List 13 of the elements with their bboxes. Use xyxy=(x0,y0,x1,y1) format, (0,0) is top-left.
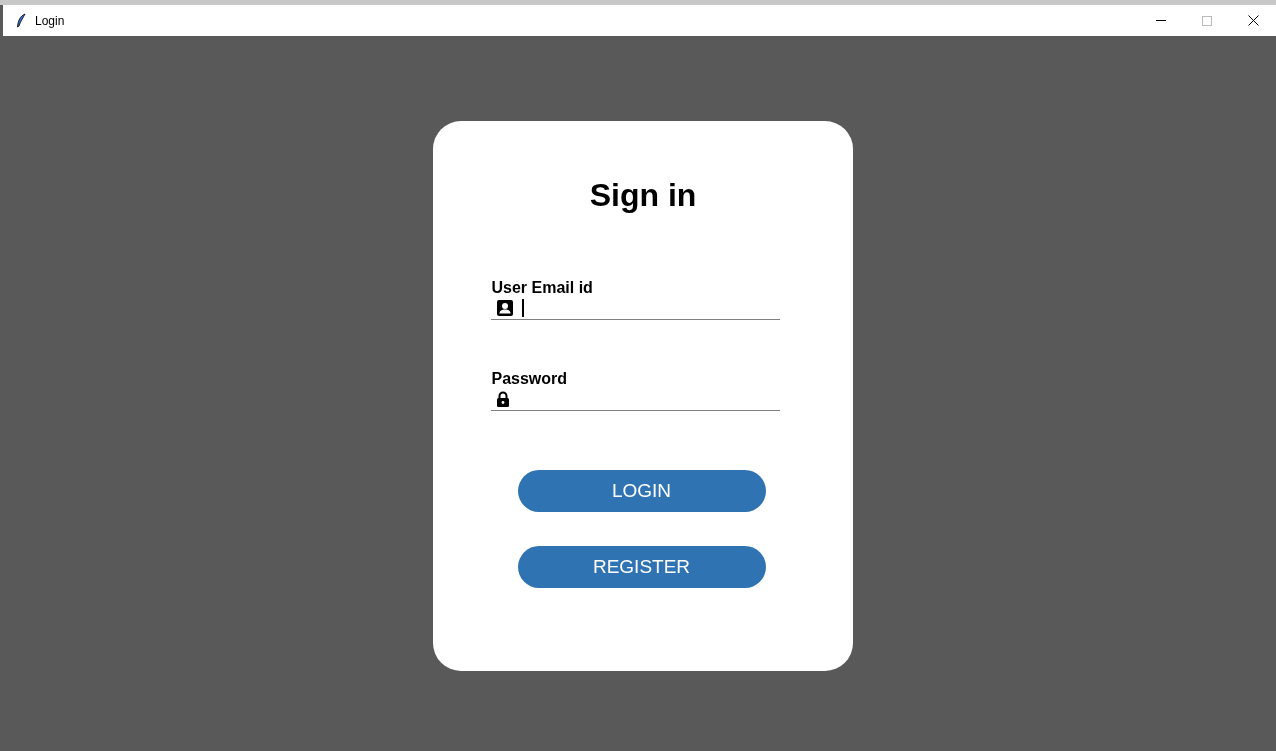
close-icon xyxy=(1247,15,1259,26)
lock-icon xyxy=(495,390,510,407)
window-title: Login xyxy=(35,12,65,30)
contact-card-icon xyxy=(495,298,514,317)
login-button[interactable]: LOGIN xyxy=(517,470,766,512)
register-button[interactable]: REGISTER xyxy=(517,546,766,588)
maximize-icon xyxy=(1202,15,1212,26)
email-field[interactable] xyxy=(490,296,780,320)
field-label: Password xyxy=(490,371,569,387)
heading: Sign in xyxy=(589,179,697,211)
feather-icon xyxy=(15,12,27,29)
field-label: User Email id xyxy=(490,280,594,296)
minimize-icon xyxy=(1156,19,1166,22)
